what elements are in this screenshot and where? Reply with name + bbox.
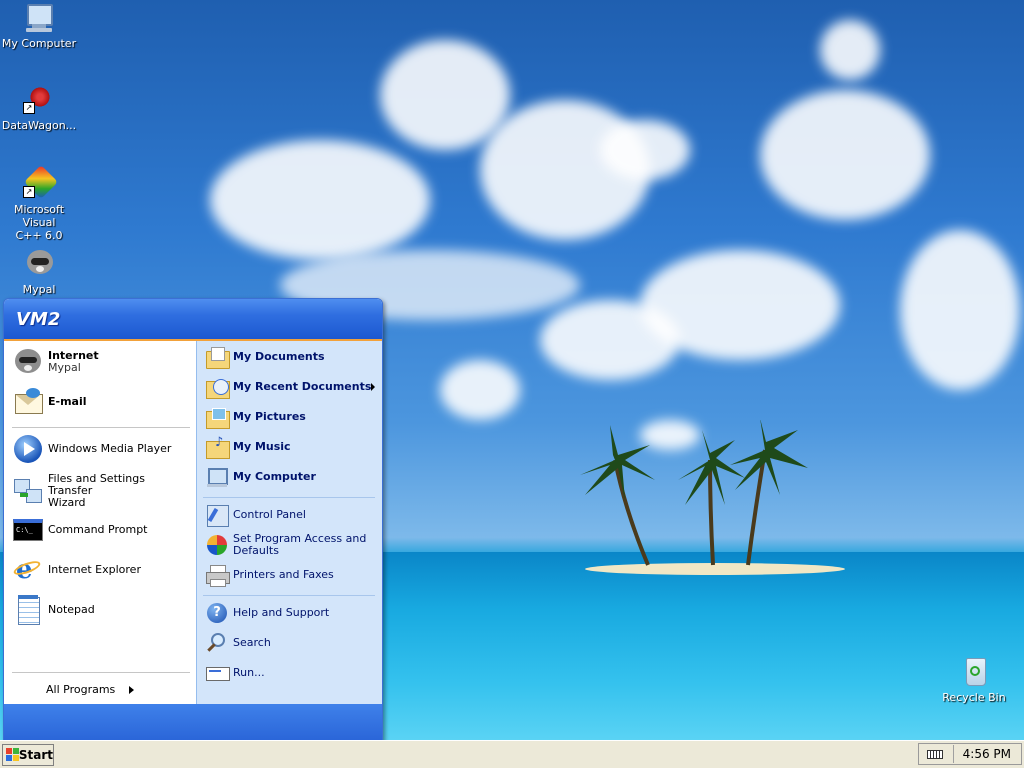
mypal-raccoon-icon [12, 346, 44, 378]
recycle-bin-icon [958, 656, 990, 688]
help-support-item[interactable]: ? Help and Support [205, 601, 377, 625]
raccoon-icon [23, 248, 55, 280]
desktop-icon-label: DataWagon... [1, 119, 77, 132]
clock[interactable]: 4:56 PM [963, 747, 1011, 761]
run-item[interactable]: Run... [205, 661, 377, 685]
user-name: VM2 [16, 309, 61, 330]
separator [12, 672, 190, 673]
recycle-bin-desktop-icon[interactable]: Recycle Bin [935, 656, 1013, 704]
control-panel-icon [205, 503, 229, 527]
menu-item-label: My Music [233, 440, 291, 453]
recent-command-prompt[interactable]: C:\_ Command Prompt [12, 514, 192, 546]
program-access-icon [205, 533, 229, 557]
datawagon-icon: ↗ [23, 84, 55, 116]
recent-item-label: Files and Settings Transfer [48, 472, 145, 497]
my-recent-documents-item[interactable]: My Recent Documents [205, 375, 377, 399]
desktop-icon-label: C++ 6.0 [15, 229, 63, 242]
tray-divider [953, 745, 954, 763]
visual-cpp-icon: ↗ [23, 165, 58, 200]
taskbar: Start 4:56 PM [0, 740, 1024, 768]
menu-item-label: My Pictures [233, 410, 306, 423]
transfer-wizard-icon [12, 475, 44, 507]
media-player-icon [12, 433, 44, 465]
all-programs-button[interactable]: All Programs [46, 683, 135, 696]
start-button[interactable]: Start [2, 744, 54, 766]
my-pictures-item[interactable]: My Pictures [205, 405, 377, 429]
menu-item-label: Search [233, 636, 271, 649]
run-icon [205, 661, 230, 685]
pinned-internet[interactable]: Internet Mypal [12, 346, 192, 378]
desktop-icon-label: My Computer [1, 37, 77, 50]
separator [12, 427, 190, 428]
menu-item-label: Control Panel [233, 508, 306, 521]
printer-icon [205, 563, 230, 587]
datawagon-desktop-icon[interactable]: ↗ DataWagon... [0, 84, 78, 132]
desktop-icon-label: Mypal [22, 283, 56, 296]
menu-item-label: Run... [233, 666, 265, 679]
recent-files-settings-transfer[interactable]: Files and Settings Transfer Wizard [12, 473, 192, 509]
menu-item-label: My Documents [233, 350, 325, 363]
computer-icon [205, 465, 229, 489]
menu-item-label-line2: Defaults [233, 544, 279, 557]
start-menu-footer [4, 704, 382, 741]
pinned-item-subtitle: Mypal [48, 361, 81, 374]
start-menu: VM2 Internet Mypal E-mail Windows Media … [3, 298, 383, 742]
menu-item-label: Help and Support [233, 606, 330, 619]
start-label: Start [18, 748, 53, 762]
system-tray: 4:56 PM [918, 743, 1022, 765]
submenu-arrow-icon [371, 383, 375, 391]
visual-cpp-desktop-icon[interactable]: ↗ Microsoft Visual C++ 6.0 [0, 165, 78, 242]
menu-item-label: Printers and Faxes [233, 568, 334, 581]
printers-faxes-item[interactable]: Printers and Faxes [205, 563, 377, 587]
all-programs-label: All Programs [46, 683, 116, 696]
menu-item-label: My Recent Documents [233, 380, 372, 393]
recent-item-label: Notepad [48, 603, 95, 616]
email-icon [12, 386, 44, 418]
command-prompt-icon: C:\_ [12, 514, 44, 546]
recent-windows-media-player[interactable]: Windows Media Player [12, 433, 192, 465]
windows-flag-icon [6, 748, 19, 762]
my-music-item[interactable]: ♪ My Music [205, 435, 377, 459]
pinned-item-title: E-mail [48, 395, 87, 408]
my-documents-item[interactable]: My Documents [205, 345, 377, 369]
desktop-icon-label: Recycle Bin [942, 691, 1006, 704]
search-icon [205, 631, 229, 655]
recent-item-label: Windows Media Player [48, 442, 172, 455]
folder-documents-icon [205, 345, 230, 369]
help-icon: ? [205, 601, 229, 625]
my-computer-desktop-icon[interactable]: My Computer [0, 2, 78, 50]
recent-item-label: Command Prompt [48, 523, 148, 536]
keyboard-icon[interactable] [927, 748, 945, 760]
folder-music-icon: ♪ [205, 435, 230, 459]
search-item[interactable]: Search [205, 631, 377, 655]
folder-pictures-icon [205, 405, 230, 429]
notepad-icon [12, 594, 44, 626]
internet-explorer-icon: e [12, 554, 44, 586]
recent-item-label: Internet Explorer [48, 563, 141, 576]
control-panel-item[interactable]: Control Panel [205, 503, 377, 527]
separator [203, 497, 375, 498]
separator [203, 595, 375, 596]
start-menu-right-pane: My Documents My Recent Documents My Pict… [196, 341, 382, 704]
set-program-access-item[interactable]: Set Program Access and Defaults [205, 533, 377, 557]
recent-internet-explorer[interactable]: e Internet Explorer [12, 554, 192, 586]
start-menu-user-header: VM2 [4, 299, 382, 341]
computer-icon [23, 2, 55, 34]
start-menu-left-pane: Internet Mypal E-mail Windows Media Playe… [4, 341, 196, 704]
recent-documents-icon [205, 375, 230, 399]
recent-notepad[interactable]: Notepad [12, 594, 192, 626]
recent-item-label-line2: Wizard [48, 496, 86, 509]
pinned-email[interactable]: E-mail [12, 386, 192, 418]
desktop-icon-label: Microsoft Visual [13, 203, 65, 229]
menu-item-label: My Computer [233, 470, 316, 483]
my-computer-item[interactable]: My Computer [205, 465, 377, 489]
mypal-desktop-icon[interactable]: Mypal [0, 248, 78, 296]
arrow-right-icon [129, 685, 135, 694]
